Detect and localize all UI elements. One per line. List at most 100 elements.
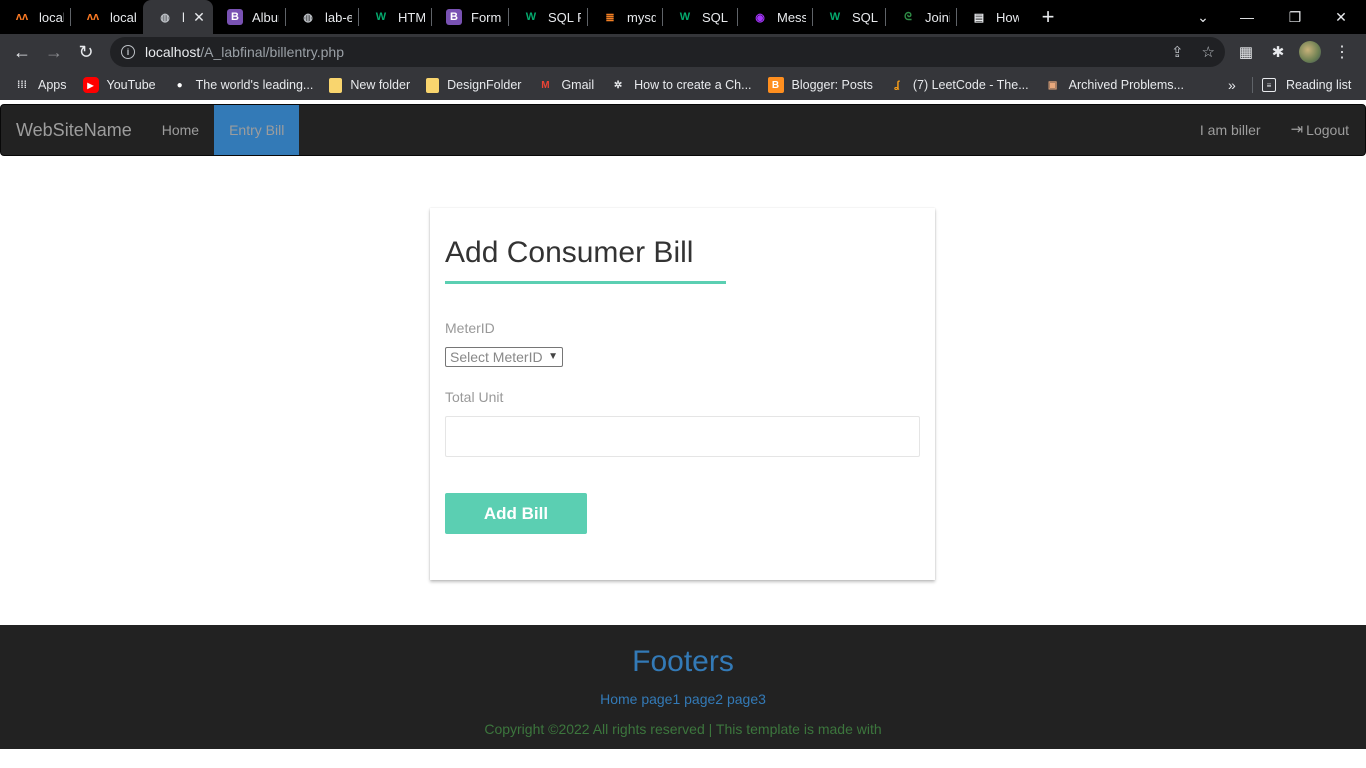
browser-tab-title: Album <box>252 9 279 25</box>
w3schools-icon: W <box>525 11 537 23</box>
gmail-icon: M <box>541 79 550 91</box>
chrome-menu-icon[interactable]: ⋮ <box>1332 34 1352 70</box>
bookmark-item[interactable]: B Blogger: Posts <box>760 71 881 99</box>
github-icon: ● <box>176 79 183 91</box>
leetcode-icon: ʆ <box>894 79 900 91</box>
title-underline <box>445 281 726 284</box>
browser-tab[interactable]: B Album <box>213 0 285 34</box>
address-bar[interactable]: i localhost/A_labfinal/billentry.php ⇪ ☆ <box>110 37 1225 67</box>
meter-id-select[interactable]: Select MeterID ▼ <box>445 347 563 367</box>
browser-tab-title: SQL IN <box>702 9 731 25</box>
browser-tab-title: lab-exa <box>325 9 352 25</box>
bookmark-item[interactable]: ● The world's leading... <box>164 71 322 99</box>
site-brand[interactable]: WebSiteName <box>1 105 147 155</box>
extension-grid-icon[interactable]: ▦ <box>1236 34 1256 70</box>
browser-tab[interactable]: W HTML t <box>359 0 431 34</box>
browser-tab[interactable]: B Forms <box>432 0 508 34</box>
chrome-webstore-icon: ✲ <box>613 79 623 91</box>
folder-icon <box>329 77 343 93</box>
browser-tab-title: How tc <box>996 9 1019 25</box>
forward-arrow-icon[interactable]: → <box>38 36 70 68</box>
bookmark-item[interactable]: ▶ YouTube <box>75 71 164 99</box>
bookmark-label: (7) LeetCode - The... <box>912 78 1029 92</box>
add-bill-button[interactable]: Add Bill <box>445 493 587 534</box>
close-window-icon[interactable]: ✕ <box>1318 0 1364 34</box>
browser-tab-title: Messe <box>777 9 806 25</box>
bookmark-item[interactable]: ▣ Archived Problems... <box>1037 71 1192 99</box>
url-path: /A_labfinal/billentry.php <box>200 44 344 60</box>
blogger-icon: B <box>767 77 784 93</box>
browser-tab-title: Joining <box>925 9 950 25</box>
browser-tab[interactable]: ◍ lab ✕ <box>143 0 213 34</box>
browser-toolbar: ← → ↻ i localhost/A_labfinal/billentry.p… <box>0 34 1366 70</box>
reading-list-button[interactable]: ≡ Reading list <box>1262 70 1351 100</box>
reading-list-label: Reading list <box>1286 78 1352 92</box>
site-navbar: WebSiteName Home Entry Bill I am biller ⇥… <box>0 104 1366 156</box>
browser-tab-title: localhc <box>39 9 64 25</box>
bookmark-item[interactable]: ✲ How to create a Ch... <box>602 71 759 99</box>
bookmark-item[interactable]: DesignFolder <box>418 71 529 99</box>
logout-link[interactable]: ⇥ Logout <box>1276 105 1365 155</box>
bookmark-label: The world's leading... <box>195 78 314 92</box>
minimize-icon[interactable]: — <box>1224 0 1270 34</box>
share-icon[interactable]: ⇪ <box>1171 43 1184 61</box>
user-greeting[interactable]: I am biller <box>1185 105 1276 155</box>
browser-tab-title: HTML t <box>398 9 425 25</box>
new-tab-button[interactable]: + <box>1031 0 1065 34</box>
apps-grid-icon: ⁞⁞⁞ <box>17 79 27 91</box>
footer-copyright: Copyright ©2022 All rights reserved | Th… <box>484 721 882 737</box>
browser-tab[interactable]: W SQL IN <box>663 0 737 34</box>
bookmark-item[interactable]: ⁞⁞⁞ Apps <box>6 71 75 99</box>
globe-icon: ◍ <box>303 11 313 24</box>
messenger-icon: ◉ <box>755 11 765 24</box>
browser-tab[interactable]: ʌʌ localhc <box>0 0 70 34</box>
site-info-icon[interactable]: i <box>121 45 135 59</box>
bookmarks-overflow-button[interactable]: » <box>1228 70 1236 100</box>
bill-form-card: Add Consumer Bill MeterID Select MeterID… <box>430 208 935 580</box>
bookmark-item[interactable]: New folder <box>321 71 418 99</box>
profile-avatar[interactable] <box>1299 34 1321 70</box>
browser-tab[interactable]: ◍ lab-exa <box>286 0 358 34</box>
restore-icon[interactable]: ❐ <box>1272 0 1318 34</box>
extensions-puzzle-icon[interactable]: ✱ <box>1268 34 1288 70</box>
browser-tab[interactable]: ◉ Messe <box>738 0 812 34</box>
bookmarks-bar: ⁞⁞⁞ Apps ▶ YouTube ● The world's leading... Ne… <box>0 70 1366 100</box>
back-arrow-icon[interactable]: ← <box>6 36 38 68</box>
w3schools-icon: W <box>375 11 387 23</box>
footer-links[interactable]: Home page1 page2 page3 <box>0 691 1366 707</box>
browser-tab[interactable]: W SQL FU <box>813 0 885 34</box>
nav-link-entry-bill[interactable]: Entry Bill <box>214 105 300 155</box>
browser-tab-title: mysql <box>627 9 656 25</box>
meter-id-label: MeterID <box>445 320 495 336</box>
bootstrap-icon: B <box>227 9 243 25</box>
archive-icon: ▣ <box>1047 79 1058 91</box>
browser-tab[interactable]: ᘓ Joining <box>886 0 956 34</box>
bookmark-item[interactable]: M Gmail <box>529 71 602 99</box>
site-footer: Footers Home page1 page2 page3 Copyright… <box>0 625 1366 749</box>
meter-id-selected-value: Select MeterID <box>450 349 543 365</box>
browser-tab-title: localhc <box>110 9 137 25</box>
reload-icon[interactable]: ↻ <box>70 36 102 68</box>
bookmark-item[interactable]: ʆ (7) LeetCode - The... <box>881 71 1037 99</box>
logout-label: Logout <box>1306 122 1349 138</box>
geeksforgeeks-icon: ᘓ <box>904 10 912 23</box>
log-in-icon: ⇥ <box>1290 121 1304 138</box>
bookmark-label: DesignFolder <box>447 78 522 92</box>
browser-tab[interactable]: W SQL FC <box>509 0 587 34</box>
bookmark-label: Blogger: Posts <box>791 78 873 92</box>
total-unit-input[interactable] <box>445 416 920 457</box>
browser-tab[interactable]: ▤ How tc <box>957 0 1025 34</box>
tab-search-icon[interactable]: ⌄ <box>1180 0 1226 34</box>
bookmark-label: New folder <box>350 78 411 92</box>
bookmark-label: Apps <box>38 78 67 92</box>
browser-tab-title: Forms <box>471 9 502 25</box>
browser-tab[interactable]: ʌʌ localhc <box>71 0 143 34</box>
bookmark-star-icon[interactable]: ☆ <box>1202 43 1215 61</box>
nav-link-home[interactable]: Home <box>147 105 214 155</box>
browser-tab[interactable]: ≣ mysql <box>588 0 662 34</box>
close-tab-icon[interactable]: ✕ <box>191 9 207 26</box>
browser-tab-title: SQL FU <box>852 9 879 25</box>
xampp-icon: ʌʌ <box>86 11 100 23</box>
browser-tab-title: SQL FC <box>548 9 581 25</box>
bootstrap-icon: B <box>446 9 462 25</box>
